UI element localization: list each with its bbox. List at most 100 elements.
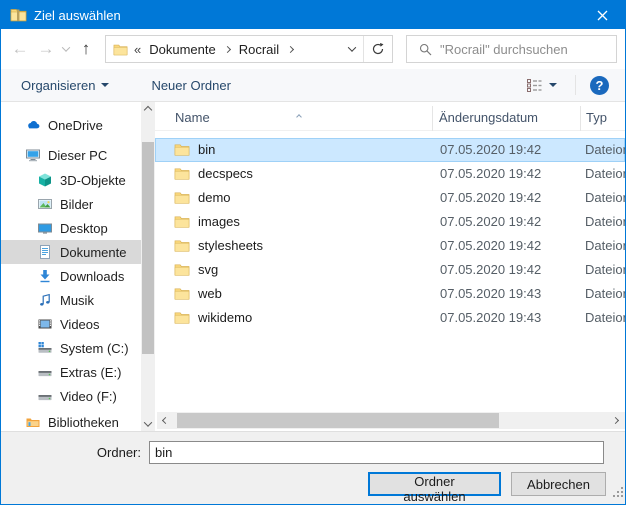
address-folder-icon	[113, 43, 128, 56]
scroll-up-button[interactable]	[141, 102, 155, 117]
title-bar: Ziel auswählen	[1, 1, 625, 29]
folder-select-dialog: Ziel auswählen ← → ↑ « Dokumente Rocrail	[0, 0, 626, 505]
sidebar-item-bibliotheken[interactable]: Bibliotheken	[1, 410, 141, 431]
sidebar-item-desktop[interactable]: Desktop	[1, 216, 141, 240]
refresh-button[interactable]	[364, 36, 392, 62]
new-folder-button[interactable]: Neuer Ordner	[151, 78, 230, 93]
views-button[interactable]	[523, 75, 561, 96]
column-header-date[interactable]: Änderungsdatum	[439, 110, 538, 125]
cancel-button[interactable]: Abbrechen	[511, 472, 606, 496]
scroll-right-button[interactable]	[607, 412, 623, 429]
details-view-icon	[527, 79, 542, 92]
column-header-type[interactable]: Typ	[586, 110, 607, 125]
desktop-icon	[37, 220, 53, 236]
chevron-down-icon	[549, 83, 557, 87]
sort-ascending-icon	[297, 107, 301, 122]
chevron-down-icon	[101, 83, 109, 87]
dialog-folder-icon	[10, 8, 27, 22]
breadcrumb-segment-dokumente[interactable]: Dokumente	[147, 42, 217, 57]
help-button[interactable]: ?	[590, 76, 609, 95]
address-dropdown-button[interactable]	[341, 36, 363, 62]
sidebar-item-dieser-pc[interactable]: Dieser PC	[1, 143, 141, 167]
documents-icon	[37, 244, 53, 260]
search-input[interactable]	[440, 37, 616, 61]
file-row-web[interactable]: web 07.05.2020 19:43 Dateiordner	[155, 282, 625, 306]
chevron-left-icon	[161, 417, 168, 424]
recent-locations-button[interactable]	[59, 36, 73, 62]
up-icon: ↑	[82, 39, 91, 59]
column-divider[interactable]	[580, 106, 581, 131]
refresh-icon	[371, 42, 385, 56]
sidebar-item-onedrive[interactable]: OneDrive	[1, 113, 141, 137]
folder-icon	[174, 311, 190, 324]
sidebar-item-musik[interactable]: Musik	[1, 288, 141, 312]
back-button[interactable]: ←	[7, 36, 33, 62]
file-list-pane: Name Änderungsdatum Typ bin 07.05.2020 1…	[155, 102, 625, 431]
chevron-down-icon	[144, 418, 152, 426]
chevron-up-icon	[144, 105, 152, 113]
column-headers: Name Änderungsdatum Typ	[155, 106, 625, 131]
resize-grip[interactable]	[613, 484, 623, 502]
folder-icon	[174, 239, 190, 252]
address-row: ← → ↑ « Dokumente Rocrail	[1, 29, 625, 69]
scrollbar-thumb[interactable]	[142, 142, 154, 354]
close-button[interactable]	[580, 1, 625, 29]
sidebar-item-system-c[interactable]: System (C:)	[1, 336, 141, 360]
folder-icon	[174, 167, 190, 180]
drive-icon	[37, 388, 53, 404]
sidebar-item-video-f[interactable]: Video (F:)	[1, 384, 141, 408]
address-bar[interactable]: « Dokumente Rocrail	[105, 35, 393, 63]
back-icon: ←	[12, 39, 29, 59]
system-drive-icon	[37, 340, 53, 356]
file-row-stylesheets[interactable]: stylesheets 07.05.2020 19:42 Dateiordner	[155, 234, 625, 258]
forward-icon: →	[38, 39, 55, 59]
question-icon: ?	[596, 78, 604, 93]
folder-icon	[174, 287, 190, 300]
organize-button[interactable]: Organisieren	[21, 78, 109, 93]
sidebar-scrollbar[interactable]	[141, 102, 155, 431]
folder-icon	[174, 215, 190, 228]
file-row-demo[interactable]: demo 07.05.2020 19:42 Dateiordner	[155, 186, 625, 210]
folder-name-input[interactable]	[149, 441, 604, 464]
folder-icon	[174, 263, 190, 276]
scrollbar-thumb[interactable]	[177, 413, 499, 428]
file-rows: bin 07.05.2020 19:42 Dateiordner decspec…	[155, 138, 625, 330]
search-icon	[419, 43, 432, 56]
breadcrumb-chevron-icon[interactable]	[288, 47, 293, 52]
computer-icon	[25, 147, 41, 163]
scroll-left-button[interactable]	[157, 412, 173, 429]
breadcrumb-overflow[interactable]: «	[134, 42, 141, 57]
3d-objects-icon	[37, 172, 53, 188]
downloads-icon	[37, 268, 53, 284]
scroll-down-button[interactable]	[141, 416, 155, 431]
breadcrumb-chevron-icon[interactable]	[225, 47, 230, 52]
libraries-icon	[25, 414, 41, 430]
sidebar-item-videos[interactable]: Videos	[1, 312, 141, 336]
search-box	[406, 35, 617, 63]
sidebar-item-3d-objekte[interactable]: 3D-Objekte	[1, 168, 141, 192]
file-row-svg[interactable]: svg 07.05.2020 19:42 Dateiordner	[155, 258, 625, 282]
list-horizontal-scrollbar[interactable]	[157, 412, 625, 429]
navigation-pane: OneDrive Dieser PC 3D-Objekte Bilder Des…	[1, 102, 141, 431]
file-row-bin[interactable]: bin 07.05.2020 19:42 Dateiordner	[155, 138, 625, 162]
select-folder-button[interactable]: Ordner auswählen	[368, 472, 501, 496]
videos-icon	[37, 316, 53, 332]
sidebar-item-dokumente[interactable]: Dokumente	[1, 240, 141, 264]
forward-button[interactable]: →	[33, 36, 59, 62]
file-row-decspecs[interactable]: decspecs 07.05.2020 19:42 Dateiordner	[155, 162, 625, 186]
file-row-images[interactable]: images 07.05.2020 19:42 Dateiordner	[155, 210, 625, 234]
drive-icon	[37, 364, 53, 380]
chevron-right-icon	[611, 417, 618, 424]
column-header-name[interactable]: Name	[175, 110, 210, 125]
file-row-wikidemo[interactable]: wikidemo 07.05.2020 19:43 Dateiordner	[155, 306, 625, 330]
onedrive-cloud-icon	[25, 117, 41, 133]
up-button[interactable]: ↑	[73, 36, 99, 62]
breadcrumb-segment-rocrail[interactable]: Rocrail	[237, 42, 281, 57]
sidebar-item-extras-e[interactable]: Extras (E:)	[1, 360, 141, 384]
sidebar-item-bilder[interactable]: Bilder	[1, 192, 141, 216]
window-title: Ziel auswählen	[34, 8, 580, 23]
close-icon	[597, 10, 608, 21]
folder-icon	[174, 143, 190, 156]
column-divider[interactable]	[432, 106, 433, 131]
sidebar-item-downloads[interactable]: Downloads	[1, 264, 141, 288]
